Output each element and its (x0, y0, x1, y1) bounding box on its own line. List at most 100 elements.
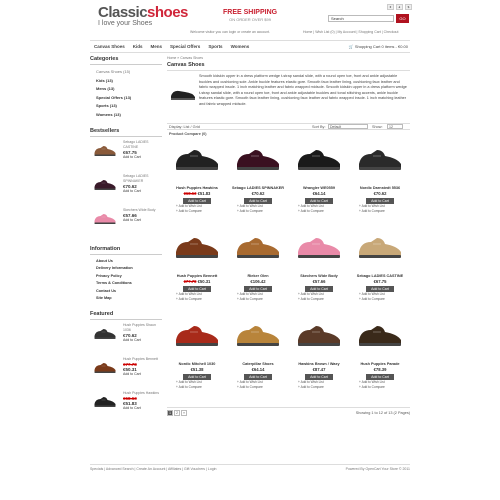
add-to-compare-link[interactable]: + Add to Compare (350, 385, 410, 390)
shoe-image[interactable] (90, 326, 120, 342)
nav-item-womens[interactable]: Womens (231, 44, 250, 49)
shoe-image[interactable] (90, 143, 120, 159)
product-card: Skechers Wide Body €57.66 Add to Cart + Add… (289, 232, 349, 302)
shoe-image[interactable] (233, 320, 283, 352)
page-link[interactable]: 1 (167, 410, 173, 416)
product-toolbar: Display: List / Grid Sort By: Default Sh… (167, 123, 410, 130)
category-link[interactable]: Special Offers (13) (90, 94, 162, 103)
bestseller-item[interactable]: Skechers Wide Body €57.66 Add to Cart (90, 208, 162, 238)
flag-icon[interactable]: € (387, 4, 394, 10)
search-button[interactable]: GO (396, 14, 409, 23)
bestseller-item[interactable]: Sebago LADIES CASTINE €67.75 Add to Cart (90, 140, 162, 170)
shoe-image[interactable] (172, 320, 222, 352)
show-label: Show: (372, 125, 383, 129)
product-price: €51.83 (197, 191, 211, 196)
footer-links[interactable]: Specials | Advanced Search | Create An A… (90, 467, 216, 471)
flags: € £ $ (387, 4, 412, 10)
product-price: €64.14 (251, 367, 265, 372)
featured-item[interactable]: Hush Puppies Shaun 1036 €70.62 Add to Cart (90, 323, 162, 353)
add-to-compare-link[interactable]: + Add to Compare (167, 209, 227, 214)
info-link[interactable]: Contact Us (90, 288, 162, 296)
nav-item-special[interactable]: Special Offers (170, 44, 200, 49)
shoe-image[interactable] (90, 211, 120, 227)
page-next[interactable]: » (181, 410, 187, 416)
featured-item[interactable]: Hush Puppies Hawkins €68.63 €51.83 Add to C… (90, 391, 162, 421)
shoe-image[interactable] (355, 144, 405, 176)
shoe-image[interactable] (355, 232, 405, 264)
search-input[interactable]: Search (328, 15, 394, 22)
product-compare-link[interactable]: Product Compare (0) (169, 132, 207, 136)
nav-item-mens[interactable]: Mens (151, 44, 163, 49)
bestsellers-title: Bestsellers (90, 128, 162, 137)
bestseller-name[interactable]: Sebago LADIES SPINNAKER (123, 174, 162, 184)
nav-item-canvas[interactable]: Canvas Shoes (94, 44, 125, 49)
info-link[interactable]: Delivery Information (90, 265, 162, 273)
welcome-text[interactable]: Welcome visitor you can login or create … (190, 30, 270, 34)
add-to-cart-link[interactable]: Add to Cart (123, 189, 162, 194)
featured-item[interactable]: Hush Puppies Bennett €77.78 €50.31 Add to C… (90, 357, 162, 387)
logo[interactable]: Classicshoes I love your Shoes (98, 5, 188, 28)
info-link[interactable]: Privacy Policy (90, 273, 162, 281)
add-to-cart-link[interactable]: Add to Cart (123, 372, 158, 377)
shoe-image[interactable] (294, 144, 344, 176)
product-price: €64.14 (312, 191, 326, 196)
add-to-cart-link[interactable]: Add to Cart (123, 338, 162, 343)
info-link[interactable]: Site Map (90, 295, 162, 303)
main-nav: Canvas Shoes Kids Mens Special Offers Sp… (90, 40, 410, 53)
add-to-compare-link[interactable]: + Add to Compare (289, 385, 349, 390)
product-price: €87.47 (312, 367, 326, 372)
bestseller-name[interactable]: Skechers Wide Body (123, 208, 156, 213)
info-link[interactable]: Terms & Conditions (90, 280, 162, 288)
add-to-compare-link[interactable]: + Add to Compare (228, 297, 288, 302)
featured-name[interactable]: Hush Puppies Bennett (123, 357, 158, 362)
category-link[interactable]: Mens (13) (90, 85, 162, 94)
add-to-cart-link[interactable]: Add to Cart (123, 218, 156, 223)
display-toggle[interactable]: Display: List / Grid (169, 125, 200, 129)
shoe-image[interactable] (172, 144, 222, 176)
page-link[interactable]: 2 (174, 410, 180, 416)
category-link[interactable]: Womens (13) (90, 111, 162, 120)
flag-icon[interactable]: $ (405, 4, 412, 10)
add-to-compare-link[interactable]: + Add to Compare (350, 297, 410, 302)
nav-item-sports[interactable]: Sports (208, 44, 222, 49)
nav-item-kids[interactable]: Kids (133, 44, 143, 49)
featured-title: Featured (90, 311, 162, 320)
shoe-image[interactable] (294, 320, 344, 352)
add-to-compare-link[interactable]: + Add to Compare (228, 385, 288, 390)
info-link[interactable]: About Us (90, 258, 162, 266)
shoe-image[interactable] (355, 320, 405, 352)
add-to-cart-link[interactable]: Add to Cart (123, 155, 162, 160)
sidebar: Categories Canvas Shoes (15) Kids (13) M… (90, 56, 162, 425)
shoe-image[interactable] (233, 232, 283, 264)
product-card: Nordic Mitchell 1030 €51.38 Add to Cart + A… (167, 320, 227, 390)
shoe-image[interactable] (90, 360, 120, 376)
bestseller-name[interactable]: Sebago LADIES CASTINE (123, 140, 162, 150)
featured-name[interactable]: Hush Puppies Hawkins (123, 391, 159, 396)
shoe-image[interactable] (90, 394, 120, 410)
add-to-compare-link[interactable]: + Add to Compare (350, 209, 410, 214)
add-to-compare-link[interactable]: + Add to Compare (289, 297, 349, 302)
add-to-cart-link[interactable]: Add to Cart (123, 406, 159, 411)
add-to-compare-link[interactable]: + Add to Compare (167, 297, 227, 302)
flag-icon[interactable]: £ (396, 4, 403, 10)
product-price: €51.38 (190, 367, 204, 372)
category-link[interactable]: Canvas Shoes (15) (90, 68, 162, 77)
shoe-image[interactable] (90, 177, 120, 193)
cart-summary[interactable]: 🛒 Shopping Cart 0 items - €0.00 (349, 44, 408, 49)
add-to-compare-link[interactable]: + Add to Compare (167, 385, 227, 390)
category-link[interactable]: Kids (13) (90, 77, 162, 86)
shoe-image[interactable] (294, 232, 344, 264)
bestseller-item[interactable]: Sebago LADIES SPINNAKER €70.62 Add to Cart (90, 174, 162, 204)
limit-select[interactable]: 12 (387, 124, 403, 129)
breadcrumb[interactable]: Home » Canvas Shoes (167, 56, 410, 60)
featured-name[interactable]: Hush Puppies Shaun 1036 (123, 323, 162, 333)
add-to-compare-link[interactable]: + Add to Compare (228, 209, 288, 214)
add-to-compare-link[interactable]: + Add to Compare (289, 209, 349, 214)
category-shoe-image (171, 90, 195, 100)
powered-by[interactable]: Powered By OpenCart Your Store © 2011 (346, 467, 410, 471)
category-link[interactable]: Sports (13) (90, 102, 162, 111)
sort-select[interactable]: Default (328, 124, 368, 129)
account-links[interactable]: Home | Wish List (0) | My Account | Shop… (303, 30, 398, 34)
shoe-image[interactable] (172, 232, 222, 264)
shoe-image[interactable] (233, 144, 283, 176)
